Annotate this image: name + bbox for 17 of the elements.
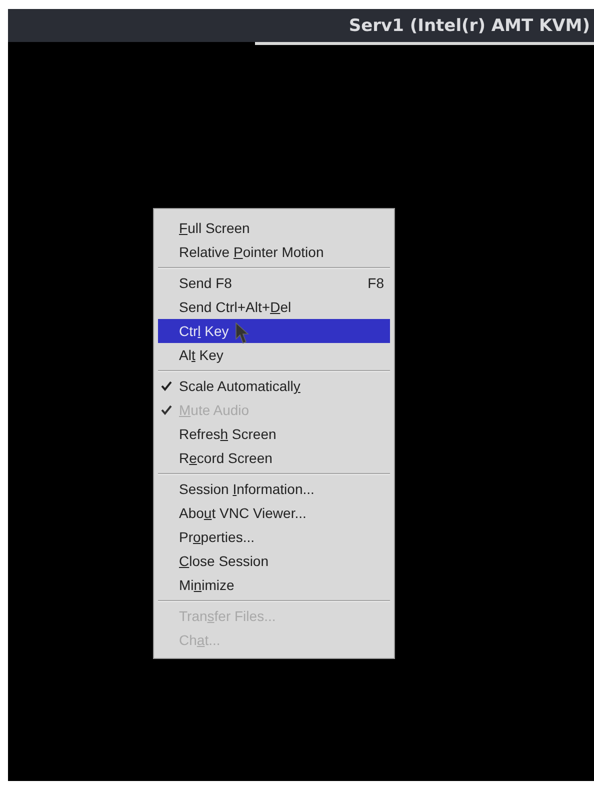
shortcut-label: F8	[368, 275, 384, 291]
menu-item[interactable]: About VNC Viewer...	[158, 501, 390, 525]
menu-item[interactable]: Alt Key	[158, 343, 390, 367]
menu-item[interactable]: Scale Automatically	[158, 374, 390, 398]
menu-item[interactable]: Record Screen	[158, 446, 390, 470]
menu-item[interactable]: Relative Pointer Motion	[158, 240, 390, 264]
menu-item[interactable]: Properties...	[158, 525, 390, 549]
menu-item[interactable]: Send Ctrl+Alt+Del	[158, 295, 390, 319]
window-title: Serv1 (Intel(r) AMT KVM)	[348, 16, 590, 36]
menu-item[interactable]: Session Information...	[158, 477, 390, 501]
menu-item[interactable]: Minimize	[158, 573, 390, 597]
menu-item[interactable]: Close Session	[158, 549, 390, 573]
menu-item[interactable]: Refresh Screen	[158, 422, 390, 446]
mouse-pointer-icon	[235, 322, 249, 344]
menu-item[interactable]: Ctrl Key	[158, 319, 390, 343]
menu-item[interactable]: Full Screen	[158, 216, 390, 240]
menu-item[interactable]: Send F8 F8	[158, 271, 390, 295]
